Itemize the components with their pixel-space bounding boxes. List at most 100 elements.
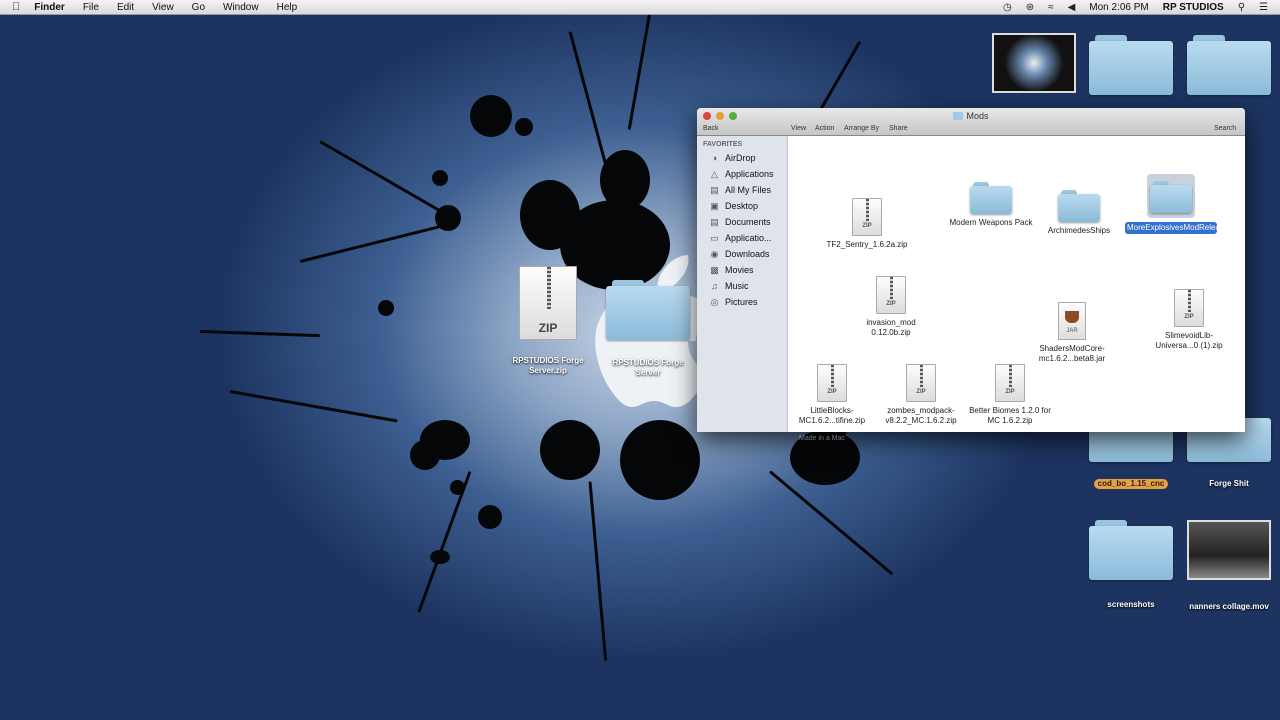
menu-go[interactable]: Go	[192, 2, 205, 13]
zip-file-icon: ZIP	[876, 276, 906, 314]
desktop-item-forge-server-folder[interactable]: RPSTUDIOS Forge Server	[603, 278, 693, 378]
folder-icon	[1058, 188, 1100, 222]
sidebar-item-documents[interactable]: ▤ Documents	[697, 214, 787, 230]
file-item-more-explosives-mod[interactable]: MoreExplosivesModReleas...craft1.6.2	[1125, 174, 1245, 234]
time-machine-icon[interactable]: ◷	[1003, 2, 1012, 13]
selection-highlight	[1147, 174, 1195, 218]
file-item-modern-weapons-pack[interactable]: Modern Weapons Pack	[946, 180, 1036, 228]
file-item-label: zombes_modpack-v8.2.2_MC.1.6.2.zip	[885, 406, 957, 425]
zip-file-icon: ZIP	[995, 364, 1025, 402]
arrange-by-button[interactable]: Arrange By	[844, 125, 879, 132]
menu-file[interactable]: File	[83, 2, 99, 13]
menu-view[interactable]: View	[152, 2, 174, 13]
sidebar-item-desktop[interactable]: ▣ Desktop	[697, 198, 787, 214]
file-item-slimevoid-lib[interactable]: ZIP SlimevoidLib-Universa...0 (1).zip	[1144, 289, 1234, 351]
folder-icon	[953, 112, 964, 120]
view-button[interactable]: View	[791, 125, 806, 132]
back-button[interactable]: Back	[703, 125, 719, 132]
apple-menu-icon[interactable]: 	[12, 1, 20, 13]
window-title: Mods	[697, 111, 1245, 121]
pictures-icon: ◎	[710, 296, 719, 307]
desktop-item-screenshots[interactable]: screenshots	[1088, 518, 1174, 610]
wifi-icon[interactable]: ≈	[1048, 2, 1054, 13]
menu-app-finder[interactable]: Finder	[34, 2, 65, 13]
desktop-item-label: screenshots	[1107, 600, 1155, 609]
airdrop-icon: ◑	[711, 153, 718, 163]
finder-window: Mods Back View Action Arrange By Share S…	[697, 108, 1245, 432]
folder-icon	[1089, 33, 1173, 95]
sidebar-item-label: Applicatio...	[725, 233, 772, 243]
zip-file-icon: ZIP	[1174, 289, 1204, 327]
file-item-label: ShadersModCore-mc1.6.2...beta8.jar	[1038, 344, 1106, 363]
menu-help[interactable]: Help	[277, 2, 298, 13]
volume-icon[interactable]: ◀	[1068, 2, 1076, 13]
desktop-item-forge-server-zip[interactable]: ZIP RPSTUDIOS Forge Server.zip	[506, 266, 590, 376]
folder-icon	[606, 278, 690, 340]
file-item-archimedes-ships[interactable]: ArchimedesShips	[1034, 188, 1124, 236]
sidebar-item-label: Documents	[725, 217, 771, 227]
spotlight-search-icon[interactable]: ⚲	[1238, 2, 1245, 13]
folder-icon	[970, 180, 1012, 214]
downloads-icon: ◉	[710, 248, 719, 259]
file-item-invasion-mod[interactable]: ZIP invasion_mod 0.12.0b.zip	[846, 276, 936, 338]
desktop-item-folder-top-2[interactable]	[1186, 33, 1272, 95]
sidebar-item-label: Music	[725, 281, 749, 291]
sidebar-item-label: Pictures	[725, 297, 758, 307]
documents-icon: ▤	[710, 216, 719, 227]
music-icon: ♫	[711, 281, 718, 291]
finder-content: ZIP TF2_Sentry_1.6.2a.zip Modern Weapons…	[788, 136, 1245, 432]
sidebar-item-pictures[interactable]: ◎ Pictures	[697, 294, 787, 310]
finder-toolbar: Mods Back View Action Arrange By Share S…	[697, 108, 1245, 136]
sidebar-item-label: Applications	[725, 169, 774, 179]
desktop-item-label: RPSTUDIOS Forge Server.zip	[512, 356, 584, 375]
sidebar-item-airdrop[interactable]: ◑ AirDrop	[697, 150, 787, 166]
sidebar-item-label: Downloads	[725, 249, 770, 259]
applications-icon: △	[711, 168, 718, 179]
file-item-label: Modern Weapons Pack	[949, 218, 1033, 227]
zip-file-icon: ZIP	[817, 364, 847, 402]
desktop-item-label: RPSTUDIOS Forge Server	[612, 358, 684, 377]
search-field[interactable]: Search	[1214, 125, 1236, 132]
desktop-item-nanners-collage[interactable]: nanners collage.mov	[1186, 520, 1272, 612]
sidebar-item-music[interactable]: ♫ Music	[697, 278, 787, 294]
folder-icon	[1150, 179, 1192, 213]
sidebar-item-label: All My Files	[725, 185, 772, 195]
sidebar-item-label: Movies	[725, 265, 754, 275]
sidebar-item-applications[interactable]: △ Applications	[697, 166, 787, 182]
menu-bar:  Finder File Edit View Go Window Help ◷…	[0, 0, 1280, 15]
file-item-better-biomes[interactable]: ZIP Better Biomes 1.2.0 for MC 1.6.2.zip	[965, 364, 1055, 426]
notification-center-icon[interactable]: ☰	[1259, 2, 1268, 13]
file-item-tf2-sentry[interactable]: ZIP TF2_Sentry_1.6.2a.zip	[822, 198, 912, 250]
file-item-label: LittleBlocks-MC1.6.2...tifine.zip	[798, 406, 866, 425]
menu-edit[interactable]: Edit	[117, 2, 134, 13]
action-button[interactable]: Action	[815, 125, 834, 132]
menu-window[interactable]: Window	[223, 2, 259, 13]
desktop-item-label: nanners collage.mov	[1189, 602, 1269, 611]
sidebar-item-downloads[interactable]: ◉ Downloads	[697, 246, 787, 262]
sidebar-header: FAVORITES	[703, 141, 743, 148]
file-item-little-blocks[interactable]: ZIP LittleBlocks-MC1.6.2...tifine.zip	[787, 364, 877, 426]
folder-icon: ▭	[710, 232, 719, 243]
sidebar-item-label: AirDrop	[725, 153, 756, 163]
sidebar-item-movies[interactable]: ▩ Movies	[697, 262, 787, 278]
file-item-shaders-mod-core[interactable]: JAR ShadersModCore-mc1.6.2...beta8.jar	[1027, 302, 1117, 364]
file-item-zombes-modpack[interactable]: ZIP zombes_modpack-v8.2.2_MC.1.6.2.zip	[876, 364, 966, 426]
footer-hint: Made in a Mac	[799, 435, 845, 442]
sidebar-item-all-my-files[interactable]: ▤ All My Files	[697, 182, 787, 198]
file-item-label: TF2_Sentry_1.6.2a.zip	[826, 240, 908, 249]
bluetooth-icon[interactable]: ⊛	[1026, 2, 1034, 13]
desktop-item-folder-top-1[interactable]	[1088, 33, 1174, 95]
file-item-label: invasion_mod 0.12.0b.zip	[866, 318, 916, 337]
desktop-item-label: cod_bo_1.15_cnc	[1093, 479, 1169, 489]
movies-icon: ▩	[710, 264, 719, 275]
menu-bar-status-area: ◷ ⊛ ≈ ◀ Mon 2:06 PM RP STUDIOS ⚲ ☰	[1003, 2, 1280, 13]
jar-file-icon: JAR	[1058, 302, 1086, 340]
menu-clock[interactable]: Mon 2:06 PM	[1089, 2, 1148, 13]
sidebar-item-applications-folder[interactable]: ▭ Applicatio...	[697, 230, 787, 246]
desktop-item-label: Forge Shit	[1209, 479, 1249, 488]
menu-user-name[interactable]: RP STUDIOS	[1163, 2, 1224, 13]
share-button[interactable]: Share	[889, 125, 908, 132]
folder-icon	[1187, 33, 1271, 95]
finder-sidebar: FAVORITES ◑ AirDrop △ Applications ▤ All My…	[697, 136, 788, 432]
desktop-item-video-thumbnail[interactable]	[992, 33, 1076, 93]
